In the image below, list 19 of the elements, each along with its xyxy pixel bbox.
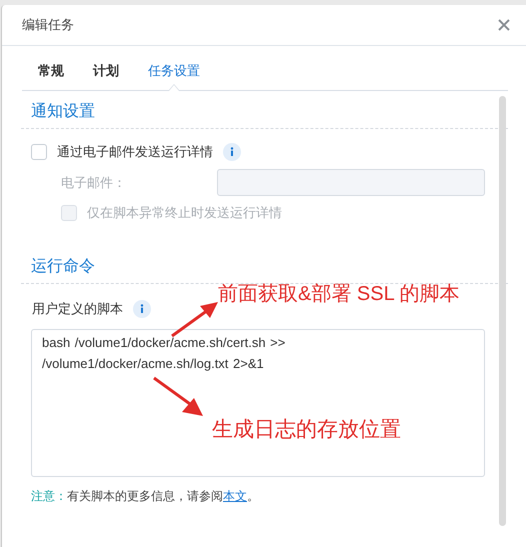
tab[interactable]: 任务设置 — [142, 61, 206, 90]
field-label: 电子邮件： — [61, 174, 127, 192]
arrow-icon — [170, 300, 220, 338]
dialog-title: 编辑任务 — [22, 16, 74, 34]
close-icon[interactable] — [498, 19, 510, 31]
checkbox-label: 通过电子邮件发送运行详情 — [57, 143, 213, 161]
info-icon[interactable] — [133, 300, 151, 318]
checkbox-label: 仅在脚本异常终止时发送运行详情 — [87, 204, 282, 222]
field-label: 用户定义的脚本 — [32, 300, 123, 318]
note-text: 注意：有关脚本的更多信息，请参阅本文。 — [30, 488, 260, 505]
arrow-icon — [152, 376, 204, 418]
scrollbar[interactable] — [499, 96, 506, 526]
tab[interactable]: 计划 — [87, 61, 125, 90]
info-icon[interactable] — [223, 143, 241, 161]
annotation-text: 生成日志的存放位置 — [212, 417, 401, 443]
tab[interactable]: 常规 — [32, 61, 70, 90]
checkbox[interactable] — [31, 144, 47, 160]
annotation-text: 前面获取&部署 SSL 的脚本 — [218, 282, 460, 307]
article-link[interactable]: 本文 — [223, 489, 247, 503]
